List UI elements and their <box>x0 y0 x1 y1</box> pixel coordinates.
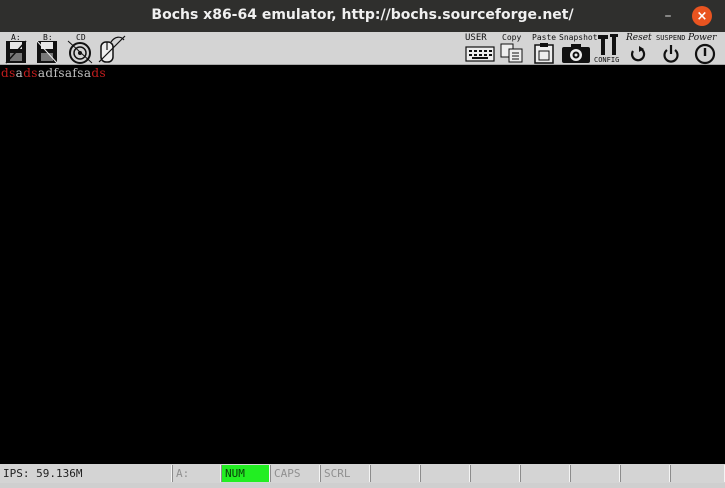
suspend-icon <box>663 45 679 63</box>
status-slot <box>420 465 470 482</box>
mouse-toggle-button[interactable] <box>97 32 127 65</box>
paste-label: Paste <box>532 33 557 42</box>
scroll-lock-indicator: SCRL <box>320 465 370 482</box>
cdrom-icon <box>67 40 93 64</box>
minimize-button[interactable]: – <box>658 6 678 26</box>
config-label: CONFIG <box>594 56 620 64</box>
floppy-a-button[interactable]: A: <box>3 32 28 65</box>
console-output: dsadsadfsafsads <box>1 66 106 80</box>
ips-indicator: IPS: 59.136M <box>0 465 172 482</box>
floppy-icon <box>5 40 27 64</box>
num-lock-indicator: NUM <box>221 465 270 482</box>
status-slot <box>470 465 520 482</box>
close-icon: × <box>696 8 708 24</box>
console-segment: ds <box>1 66 16 80</box>
power-button[interactable]: Power <box>687 32 723 65</box>
user-label: USER <box>465 33 487 43</box>
window-title: Bochs x86-64 emulator, http://bochs.sour… <box>151 7 574 23</box>
power-icon <box>694 43 716 65</box>
reset-label: Reset <box>626 33 652 43</box>
status-slot <box>670 465 725 482</box>
camera-icon <box>562 44 590 63</box>
snapshot-button[interactable]: Snapshot <box>559 32 598 65</box>
status-slot <box>620 465 670 482</box>
close-button[interactable]: × <box>692 6 712 26</box>
status-slot <box>370 465 420 482</box>
bochs-toolbar: A: B: CD USER Copy Paste Snapshot CONFIG… <box>0 32 725 65</box>
window-titlebar[interactable]: Bochs x86-64 emulator, http://bochs.sour… <box>0 0 725 32</box>
keyboard-icon <box>465 46 495 62</box>
suspend-label: SUSPEND <box>656 34 686 42</box>
reset-icon <box>630 46 646 62</box>
minimize-icon: – <box>664 8 672 24</box>
power-label: Power <box>688 33 717 43</box>
status-bar: IPS: 59.136M A: NUM CAPS SCRL <box>0 464 725 483</box>
console-segment: ds <box>23 66 38 80</box>
mouse-icon <box>98 35 126 63</box>
cdrom-button[interactable]: CD <box>66 32 94 65</box>
status-slot <box>570 465 620 482</box>
window-bottom-edge <box>0 483 725 488</box>
console-segment: adfsafsa <box>37 66 92 80</box>
reset-button[interactable]: Reset <box>624 32 654 65</box>
suspend-button[interactable]: SUSPEND <box>655 32 687 65</box>
status-slot <box>520 465 570 482</box>
config-button[interactable]: CONFIG <box>593 32 623 65</box>
drive-indicator: A: <box>172 465 221 482</box>
copy-icon <box>500 43 523 63</box>
floppy-b-button[interactable]: B: <box>34 32 60 65</box>
emulator-screen[interactable]: dsadsadfsafsads <box>0 65 725 464</box>
floppy-icon <box>36 40 58 64</box>
user-button[interactable]: USER <box>464 32 496 65</box>
copy-label: Copy <box>502 33 522 42</box>
snapshot-label: Snapshot <box>559 33 598 42</box>
paste-icon <box>534 43 554 64</box>
console-segment: ds <box>91 66 107 80</box>
copy-button[interactable]: Copy <box>499 32 525 65</box>
paste-button[interactable]: Paste <box>530 32 558 65</box>
caps-lock-indicator: CAPS <box>270 465 320 482</box>
tools-icon <box>598 34 618 55</box>
